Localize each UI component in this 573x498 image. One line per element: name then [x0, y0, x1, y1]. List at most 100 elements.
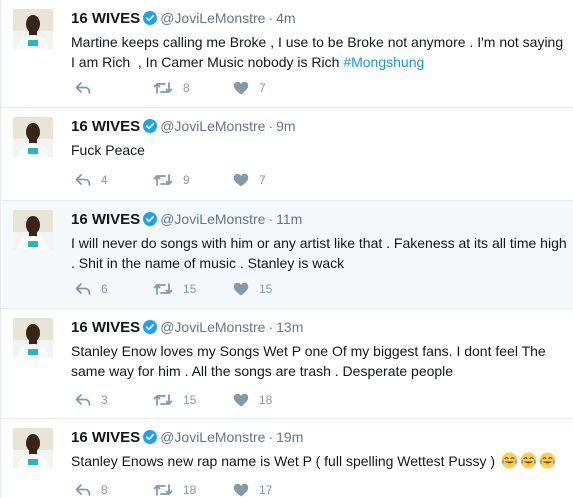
avatar[interactable]: [13, 9, 53, 49]
display-name[interactable]: 16 WIVES: [71, 429, 140, 446]
user-handle[interactable]: @JoviLeMonstre: [160, 211, 265, 227]
reply-button[interactable]: 4: [75, 170, 108, 190]
tweet-actions: 3 15 18: [75, 390, 335, 410]
retweet-button[interactable]: 15: [153, 279, 196, 299]
reply-count: 3: [101, 393, 108, 407]
display-name[interactable]: 16 WIVES: [71, 319, 140, 336]
like-button[interactable]: 7: [233, 170, 266, 190]
verified-badge-icon: [143, 212, 158, 232]
retweet-count: 8: [183, 81, 190, 95]
tweet-card[interactable]: 16 WIVES @JoviLeMonstre · 9m Fuck Peace 4 9…: [1, 108, 573, 201]
like-count: 15: [259, 282, 273, 296]
tweet-text-line: Stanley Enow loves my Songs Wet P one Of…: [71, 343, 546, 359]
timestamp[interactable]: 4m: [276, 10, 295, 26]
avatar[interactable]: [13, 210, 53, 250]
tweet-text-line: I will never do songs with him or any ar…: [71, 235, 567, 251]
reply-arrow-icon: [75, 174, 91, 186]
heart-icon: [233, 81, 249, 95]
tweet-text-line: Stanley Enows new rap name is Wet P ( fu…: [71, 451, 573, 474]
reply-arrow-icon: [75, 283, 91, 295]
face-with-tears-of-joy-emoji: [501, 452, 518, 474]
avatar[interactable]: [13, 428, 53, 468]
reply-count: 6: [101, 282, 108, 296]
like-count: 18: [259, 393, 273, 407]
hashtag-link[interactable]: #Mongshung: [343, 54, 424, 70]
display-name[interactable]: 16 WIVES: [71, 118, 140, 135]
reply-arrow-icon: [75, 394, 91, 406]
timeline-feed: 16 WIVES @JoviLeMonstre · 4m Martine keeps …: [0, 0, 573, 498]
tweet-text-line: Martine keeps calling me Broke , I use t…: [71, 34, 564, 50]
face-with-tears-of-joy-emoji: [520, 452, 537, 474]
tweet-text: Martine keeps calling me Broke , I use t…: [71, 32, 573, 72]
reply-arrow-icon: [75, 82, 91, 94]
display-name[interactable]: 16 WIVES: [71, 10, 140, 27]
tweet-header: 16 WIVES @JoviLeMonstre · 13m: [71, 317, 573, 337]
like-button[interactable]: 7: [233, 78, 266, 98]
tweet-text-fragment: Stanley Enows new rap name is Wet P ( fu…: [71, 453, 496, 469]
separator-dot: ·: [268, 429, 274, 445]
timestamp[interactable]: 11m: [276, 211, 302, 227]
retweet-count: 15: [183, 393, 197, 407]
tweet-header: 16 WIVES @JoviLeMonstre · 11m: [71, 209, 573, 229]
tweet-text-line: Fuck Peace: [71, 142, 145, 158]
heart-icon: [233, 483, 249, 497]
heart-icon: [233, 393, 249, 407]
reply-button[interactable]: 6: [75, 279, 108, 299]
tweet-actions: 8 7: [75, 78, 335, 98]
like-count: 17: [259, 483, 273, 497]
retweet-button[interactable]: 8: [153, 78, 190, 98]
timestamp[interactable]: 9m: [276, 118, 295, 134]
heart-icon: [233, 173, 249, 187]
heart-icon: [233, 282, 249, 296]
tweet-actions: 4 9 7: [75, 170, 335, 190]
avatar[interactable]: [13, 117, 53, 157]
tweet-header: 16 WIVES @JoviLeMonstre · 19m: [71, 427, 573, 447]
like-count: 7: [259, 173, 266, 187]
avatar-image: [13, 117, 53, 157]
retweet-button[interactable]: 18: [153, 480, 196, 498]
like-button[interactable]: 15: [233, 279, 272, 299]
reply-button[interactable]: [75, 78, 101, 98]
retweet-button[interactable]: 9: [153, 170, 190, 190]
reply-count: 4: [101, 173, 108, 187]
separator-dot: ·: [268, 118, 274, 134]
tweet-actions: 6 15 15: [75, 279, 335, 299]
face-with-tears-of-joy-emoji: [539, 452, 556, 474]
tweet-text: Fuck Peace: [71, 140, 573, 160]
tweet-text: Stanley Enows new rap name is Wet P ( fu…: [71, 451, 573, 474]
retweet-button[interactable]: 15: [153, 390, 196, 410]
retweet-count: 9: [183, 173, 190, 187]
tweet-text: Stanley Enow loves my Songs Wet P one Of…: [71, 341, 573, 381]
retweet-icon: [153, 174, 173, 186]
avatar-image: [13, 428, 53, 468]
avatar-image: [13, 318, 53, 358]
retweet-count: 18: [183, 483, 197, 497]
avatar-image: [13, 210, 53, 250]
reply-button[interactable]: 3: [75, 390, 108, 410]
tweet-header: 16 WIVES @JoviLeMonstre · 9m: [71, 116, 573, 136]
tweet-card[interactable]: 16 WIVES @JoviLeMonstre · 13m Stanley Enow …: [1, 309, 573, 419]
like-button[interactable]: 18: [233, 390, 272, 410]
tweet-card[interactable]: 16 WIVES @JoviLeMonstre · 19m Stanley Enows…: [1, 419, 573, 498]
timestamp[interactable]: 13m: [276, 319, 303, 335]
timestamp[interactable]: 19m: [276, 429, 303, 445]
tweet-text-line: I am Rich , In Camer Music nobody is Ric…: [71, 52, 573, 72]
verified-badge-icon: [143, 119, 158, 139]
display-name[interactable]: 16 WIVES: [71, 211, 140, 228]
retweet-icon: [153, 394, 173, 406]
retweet-icon: [153, 283, 173, 295]
verified-badge-icon: [143, 11, 158, 31]
user-handle[interactable]: @JoviLeMonstre: [160, 118, 265, 134]
reply-button[interactable]: 8: [75, 480, 108, 498]
separator-dot: ·: [268, 211, 274, 227]
user-handle[interactable]: @JoviLeMonstre: [160, 319, 265, 335]
tweet-header: 16 WIVES @JoviLeMonstre · 4m: [71, 8, 573, 28]
avatar[interactable]: [13, 318, 53, 358]
tweet-actions: 8 18 17: [75, 480, 335, 498]
avatar-image: [13, 9, 53, 49]
tweet-card[interactable]: 16 WIVES @JoviLeMonstre · 4m Martine keeps …: [1, 0, 573, 108]
like-button[interactable]: 17: [233, 480, 272, 498]
user-handle[interactable]: @JoviLeMonstre: [160, 429, 265, 445]
tweet-card[interactable]: 16 WIVES @JoviLeMonstre · 11m I will never …: [1, 201, 573, 309]
user-handle[interactable]: @JoviLeMonstre: [160, 10, 265, 26]
